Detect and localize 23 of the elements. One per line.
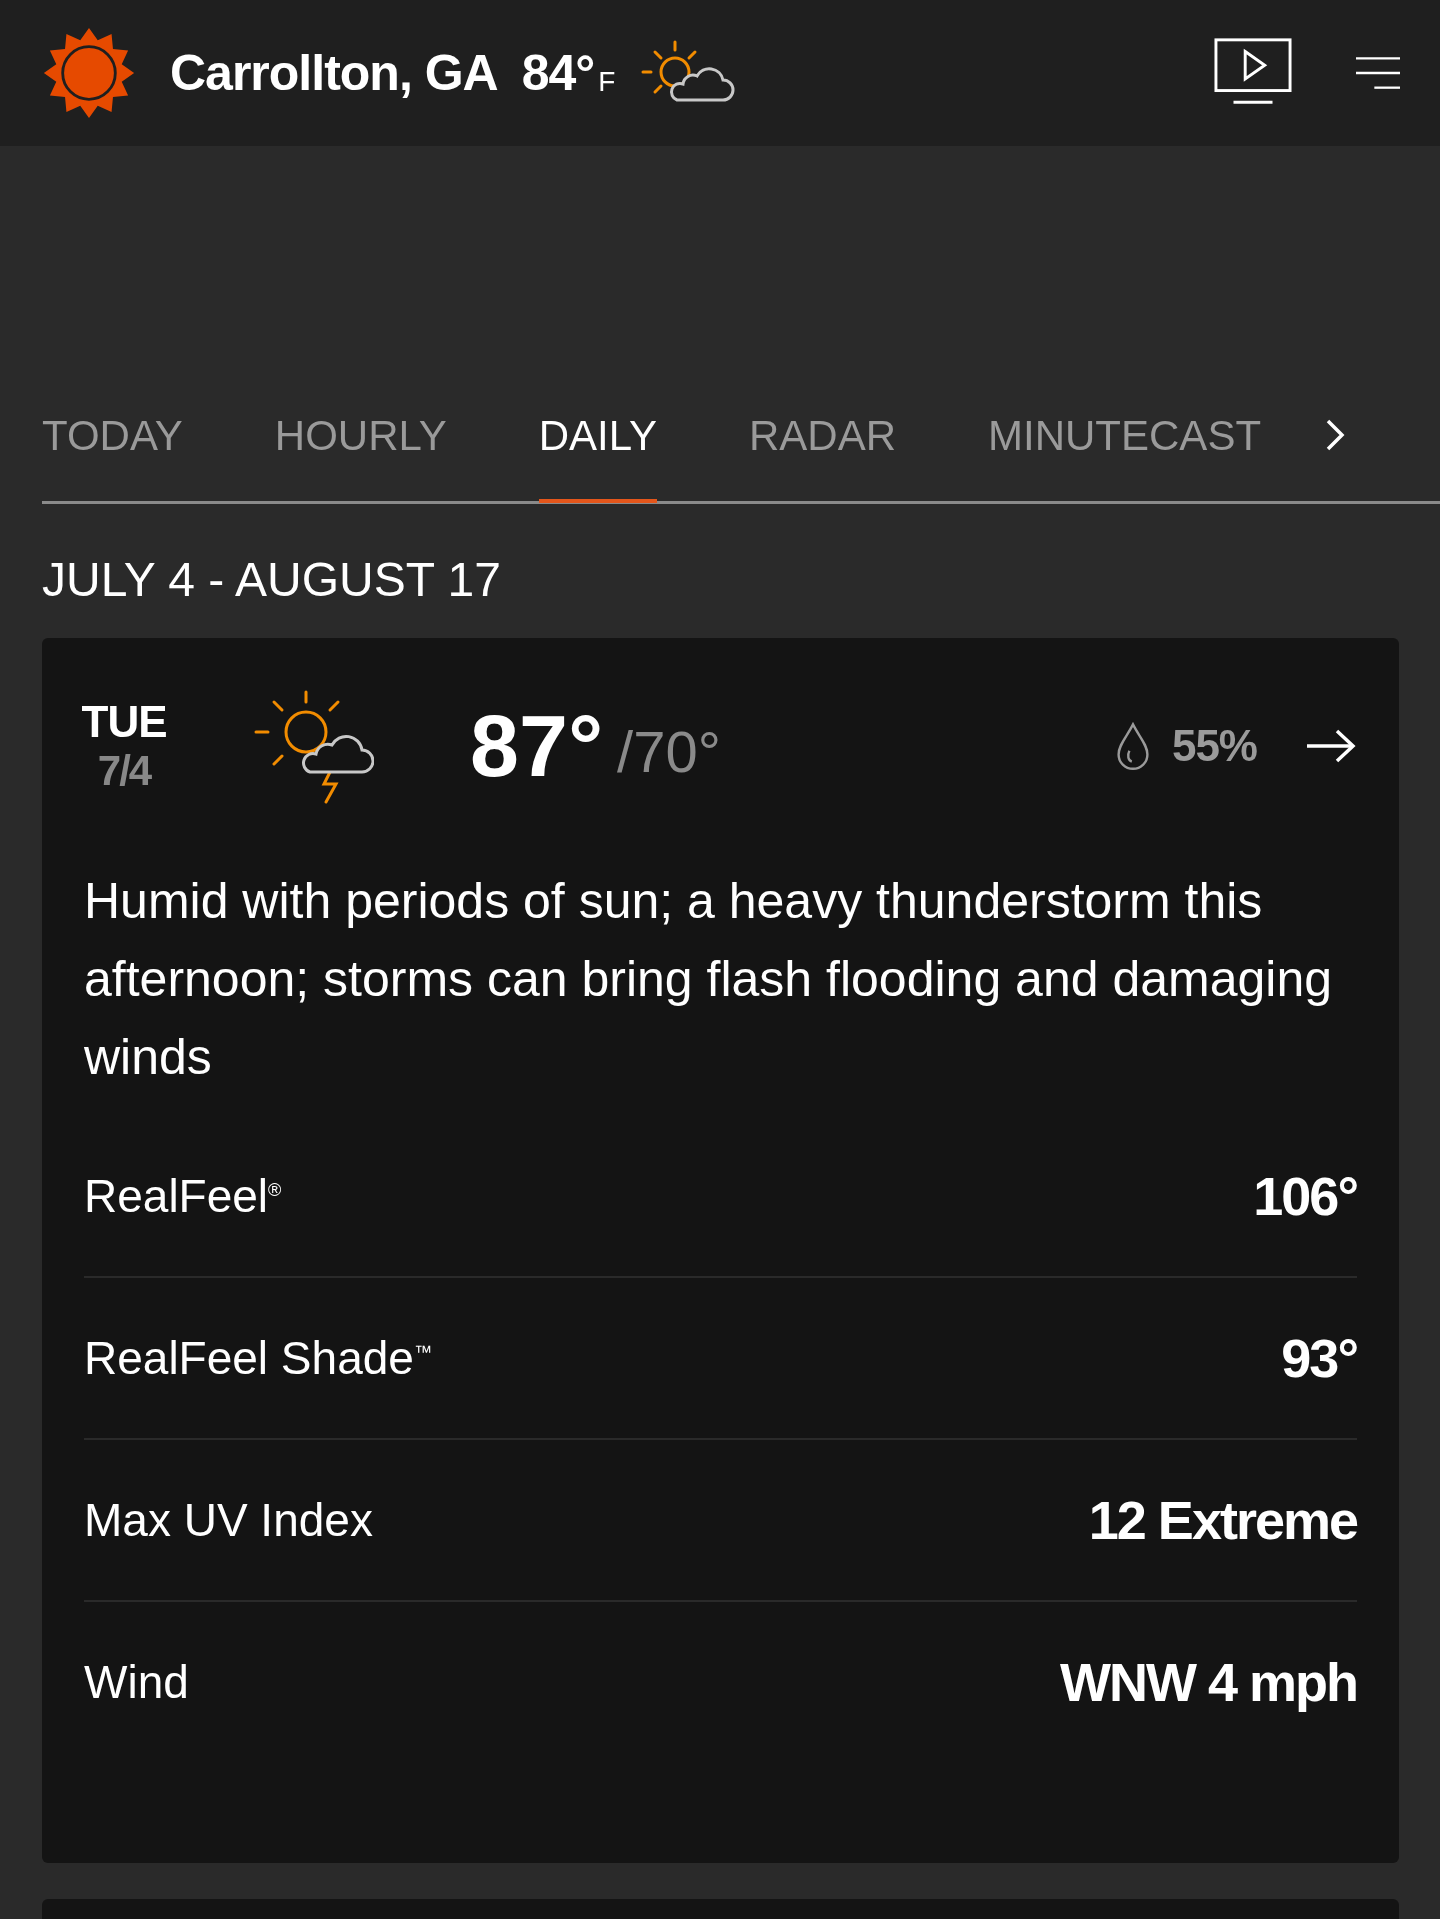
day-name: TUE xyxy=(81,697,167,747)
detail-value: 106° xyxy=(1253,1165,1357,1227)
date-range-heading: JULY 4 - AUGUST 17 xyxy=(42,552,502,608)
high-temperature: 87° xyxy=(470,695,604,797)
precipitation-chance: 55% xyxy=(1171,721,1257,771)
detail-label: Wind xyxy=(84,1655,189,1709)
tab[interactable]: HOURLY xyxy=(274,369,447,503)
location-name: Carrollton, GA xyxy=(170,44,498,102)
low-temperature: /70° xyxy=(617,717,721,785)
detail-value: 93° xyxy=(1281,1327,1357,1389)
day-date: 7/4 xyxy=(97,747,151,795)
detail-label: RealFeel Shade$^{™}$ xyxy=(84,1331,432,1385)
tab[interactable]: TODAY xyxy=(42,369,183,503)
current-temperature: 84° xyxy=(521,44,595,102)
temperature-unit: F xyxy=(598,66,616,98)
tab[interactable]: DAILY xyxy=(538,369,657,503)
detail-label: RealFeel$^{®}$ xyxy=(84,1169,282,1223)
detail-value: WNW 4 mph xyxy=(1060,1651,1357,1713)
tab[interactable]: RADAR xyxy=(749,369,897,503)
forecast-description: Humid with periods of sun; a heavy thunderstorm this afternoon; storms can bring flash flooding and damaging winds xyxy=(84,872,1333,1087)
detail-label: Max UV Index xyxy=(84,1493,373,1547)
detail-value: 12 Extreme xyxy=(1088,1489,1357,1551)
tab[interactable]: MINUTECAST xyxy=(988,369,1262,503)
